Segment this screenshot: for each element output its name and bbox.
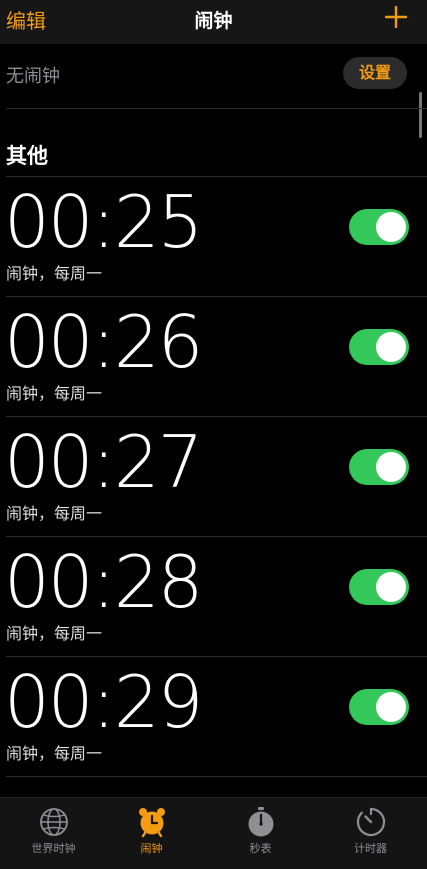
navigation-bar: 编辑 闹钟 <box>0 0 427 44</box>
alarm-label: 闹钟，每周一 <box>6 384 103 403</box>
tab-bar: 世界时钟 闹钟 秒表 计时器 <box>0 797 427 869</box>
tab-timer[interactable]: 计时器 <box>317 806 424 856</box>
alarm-row[interactable]: 00:28 闹钟，每周一 <box>0 536 427 656</box>
alarm-toggle[interactable] <box>349 569 409 605</box>
tab-label: 秒表 <box>249 842 272 855</box>
bedtime-row: 无闹钟 设置 <box>0 44 427 108</box>
alarm-toggle[interactable] <box>349 329 409 365</box>
alarm-time: 00:28 <box>4 540 203 624</box>
alarm-time: 00:26 <box>4 300 203 384</box>
toggle-knob <box>376 692 406 722</box>
tab-alarm[interactable]: 闹钟 <box>98 806 205 856</box>
setup-button[interactable]: 设置 <box>343 57 407 89</box>
alarm-toggle[interactable] <box>349 449 409 485</box>
alarm-label: 闹钟，每周一 <box>6 504 103 523</box>
toggle-knob <box>376 212 406 242</box>
globe-icon <box>39 808 68 836</box>
tab-label: 世界时钟 <box>31 842 76 855</box>
alarm-toggle[interactable] <box>349 209 409 245</box>
add-alarm-button[interactable] <box>385 6 407 28</box>
tab-label: 闹钟 <box>140 842 163 855</box>
page-title: 闹钟 <box>194 10 233 32</box>
alarm-row[interactable]: 00:27 闹钟，每周一 <box>0 416 427 536</box>
alarm-time: 00:27 <box>4 420 203 504</box>
toggle-knob <box>376 332 406 362</box>
no-alarm-label: 无闹钟 <box>6 66 60 87</box>
timer-icon <box>356 807 385 837</box>
alarm-row[interactable]: 00:26 闹钟，每周一 <box>0 296 427 416</box>
alarm-row[interactable]: 00:29 闹钟，每周一 <box>0 656 427 776</box>
divider <box>6 108 427 109</box>
alarm-toggle[interactable] <box>349 689 409 725</box>
stopwatch-icon <box>248 807 273 837</box>
tab-stopwatch[interactable]: 秒表 <box>207 806 314 856</box>
alarm-row[interactable]: 00:25 闹钟，每周一 <box>0 176 427 296</box>
toggle-knob <box>376 572 406 602</box>
plus-icon <box>385 6 407 28</box>
section-title: 其他 <box>6 144 48 168</box>
alarm-label: 闹钟，每周一 <box>6 624 103 643</box>
toggle-knob <box>376 452 406 482</box>
tab-label: 计时器 <box>354 842 387 855</box>
alarm-time: 00:29 <box>4 660 203 744</box>
alarm-time: 00:25 <box>4 180 203 264</box>
tab-world-clock[interactable]: 世界时钟 <box>0 806 107 856</box>
alarm-label: 闹钟，每周一 <box>6 264 103 283</box>
divider <box>6 776 427 777</box>
alarm-label: 闹钟，每周一 <box>6 744 103 763</box>
alarm-clock-icon <box>138 808 165 838</box>
